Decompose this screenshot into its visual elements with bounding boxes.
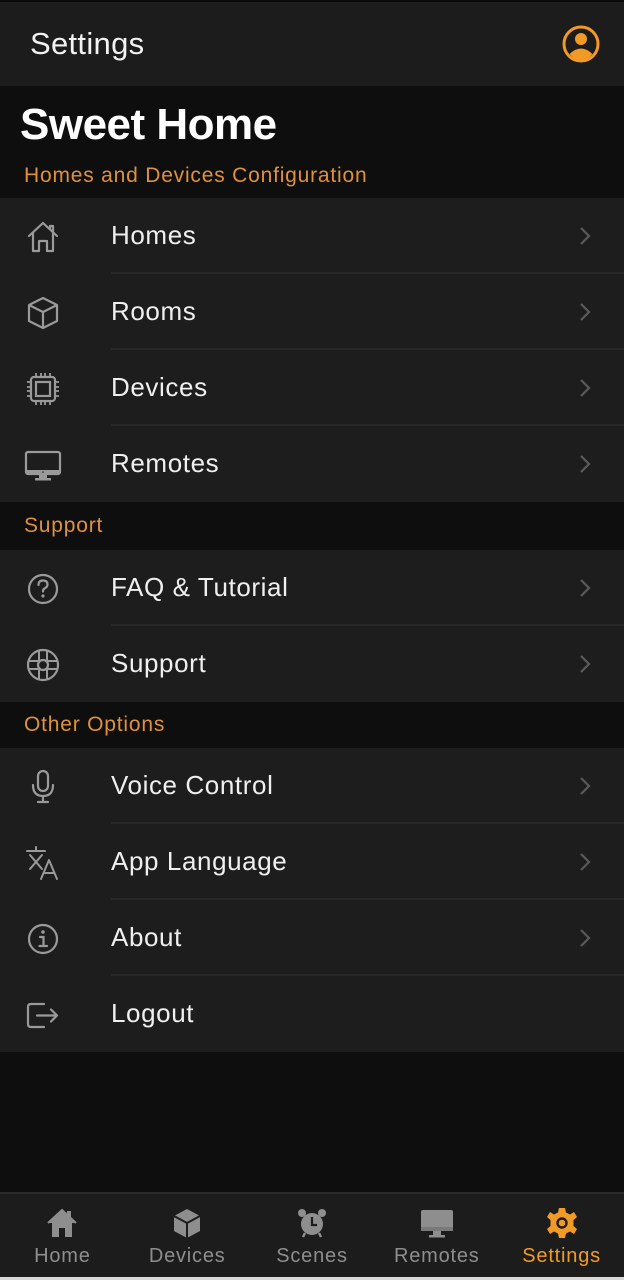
house-filled-icon [45, 1206, 79, 1240]
bottom-navigation: Home Devices Scenes Remotes Settings [0, 1192, 624, 1280]
translate-icon [24, 844, 62, 882]
tab-home[interactable]: Home [0, 1194, 125, 1280]
chevron-right-icon [576, 850, 594, 874]
chevron-right-icon [576, 652, 594, 676]
menu-item-label: About [111, 922, 182, 952]
chevron-right-icon [576, 576, 594, 600]
menu-item-label: Voice Control [111, 770, 274, 800]
alarm-clock-icon [295, 1206, 329, 1240]
menu-item-app-language[interactable]: App Language [0, 824, 624, 900]
top-app-bar: Settings [0, 0, 624, 86]
support-group: FAQ & Tutorial Support [0, 550, 624, 702]
section-header-homes-devices: Homes and Devices Configuration [0, 150, 624, 198]
menu-item-devices[interactable]: Devices [0, 350, 624, 426]
lifebuoy-icon [24, 646, 62, 684]
chevron-right-icon [576, 300, 594, 324]
tab-label: Devices [148, 1245, 226, 1267]
tab-label: Scenes [276, 1245, 348, 1267]
question-circle-icon [24, 570, 62, 608]
menu-item-voice-control[interactable]: Voice Control [0, 748, 624, 824]
tab-label: Home [34, 1245, 91, 1267]
menu-item-faq-tutorial[interactable]: FAQ & Tutorial [0, 550, 624, 626]
chevron-right-icon [576, 926, 594, 950]
menu-item-label: Devices [111, 372, 208, 402]
menu-item-remotes[interactable]: Remotes [0, 426, 624, 502]
section-title: Support [24, 514, 104, 537]
monitor-icon [24, 446, 62, 484]
menu-item-support[interactable]: Support [0, 626, 624, 702]
tab-scenes[interactable]: Scenes [250, 1194, 375, 1280]
menu-item-label: Support [111, 648, 207, 678]
chip-icon [24, 370, 62, 408]
cube-icon [24, 294, 62, 332]
menu-item-label: App Language [111, 846, 288, 876]
chevron-right-icon [576, 774, 594, 798]
tab-label: Remotes [393, 1245, 480, 1267]
monitor-filled-icon [420, 1206, 454, 1240]
homes-devices-group: Homes Rooms Devices Remotes [0, 198, 624, 502]
gear-icon [545, 1206, 579, 1240]
microphone-icon [24, 768, 62, 806]
chevron-right-icon [576, 224, 594, 248]
menu-item-label: FAQ & Tutorial [111, 572, 289, 602]
menu-item-label: Homes [111, 220, 197, 250]
section-header-support: Support [0, 502, 624, 550]
menu-item-homes[interactable]: Homes [0, 198, 624, 274]
tab-settings[interactable]: Settings [499, 1194, 624, 1280]
section-header-other-options: Other Options [0, 702, 624, 748]
info-circle-icon [24, 920, 62, 958]
menu-item-about[interactable]: About [0, 900, 624, 976]
menu-item-logout[interactable]: Logout [0, 976, 624, 1052]
other-options-group: Voice Control App Language About Logout [0, 748, 624, 1052]
account-button[interactable] [561, 24, 601, 64]
tab-label: Settings [522, 1245, 601, 1267]
chevron-right-icon [576, 452, 594, 476]
house-icon [24, 218, 62, 256]
home-name-heading: Sweet Home [20, 100, 277, 149]
section-title: Homes and Devices Configuration [24, 164, 368, 187]
menu-item-label: Rooms [111, 296, 197, 326]
logout-icon [24, 996, 62, 1034]
menu-item-rooms[interactable]: Rooms [0, 274, 624, 350]
chevron-right-icon [576, 376, 594, 400]
tab-devices[interactable]: Devices [125, 1194, 250, 1280]
cube-filled-icon [170, 1206, 204, 1240]
account-circle-icon [562, 25, 600, 63]
page-title: Settings [30, 26, 145, 61]
menu-item-label: Logout [111, 998, 195, 1028]
menu-item-label: Remotes [111, 448, 220, 478]
section-title: Other Options [24, 713, 166, 736]
tab-remotes[interactable]: Remotes [374, 1194, 499, 1280]
